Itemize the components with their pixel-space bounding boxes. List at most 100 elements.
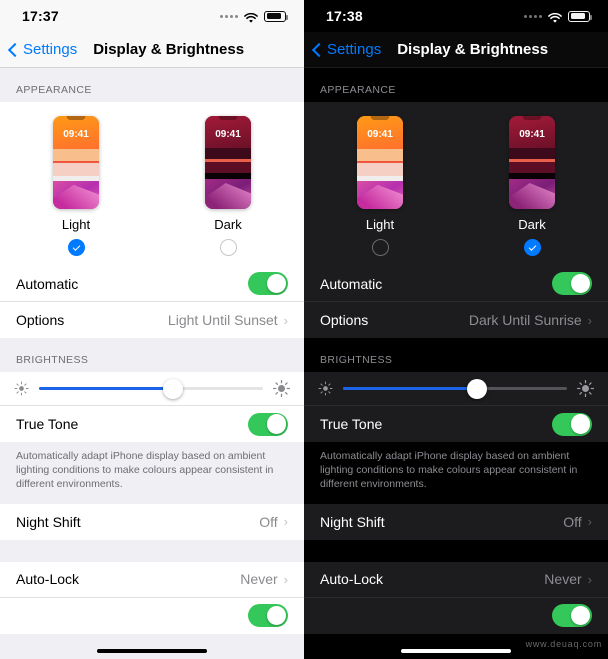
brightness-section-header: BRIGHTNESS: [320, 354, 393, 366]
true-tone-row[interactable]: True Tone: [304, 406, 608, 442]
true-tone-footnote: Automatically adapt iPhone display based…: [16, 450, 274, 490]
notch-icon: [218, 116, 238, 120]
page-title: Display & Brightness: [93, 41, 245, 58]
appearance-option-dark[interactable]: 09:41 Dark: [173, 116, 283, 256]
preview-clock: 09:41: [519, 129, 545, 140]
home-indicator: [401, 649, 511, 653]
slider-thumb[interactable]: [163, 378, 184, 399]
auto-lock-group: Auto-Lock Never ›: [0, 561, 304, 634]
status-bar-time: 17:37: [22, 8, 59, 24]
preview-clock: 09:41: [367, 129, 393, 140]
brightness-slider[interactable]: [343, 378, 567, 400]
brightness-high-icon: [273, 380, 290, 397]
night-shift-row[interactable]: Night Shift Off ›: [304, 504, 608, 540]
automatic-row[interactable]: Automatic: [304, 266, 608, 302]
partial-row-below[interactable]: [0, 598, 304, 634]
back-to-settings-button[interactable]: Settings: [311, 41, 382, 58]
true-tone-toggle[interactable]: [248, 412, 288, 436]
signal-dots-icon: [524, 14, 542, 18]
battery-icon: [568, 10, 592, 22]
back-to-settings-button[interactable]: Settings: [7, 41, 78, 58]
appearance-option-label: Dark: [214, 217, 242, 232]
chevron-right-icon: ›: [587, 312, 592, 328]
notch-icon: [370, 116, 390, 120]
brightness-high-icon: [577, 380, 594, 397]
night-shift-group: Night Shift Off ›: [0, 503, 304, 540]
status-bar-time: 17:38: [326, 8, 363, 24]
preview-clock: 09:41: [215, 129, 241, 140]
chevron-right-icon: ›: [587, 514, 592, 530]
appearance-section-header: APPEARANCE: [16, 84, 92, 96]
true-tone-toggle[interactable]: [552, 412, 592, 436]
brightness-low-icon: [14, 381, 29, 396]
page-title: Display & Brightness: [397, 41, 549, 58]
light-wallpaper-preview: 09:41: [53, 116, 99, 209]
toggle-knob: [266, 273, 287, 294]
appearance-option-label: Light: [365, 217, 395, 232]
brightness-slider-row[interactable]: [0, 372, 304, 406]
wifi-icon: [548, 11, 562, 23]
navigation-bar: Settings Display & Brightness: [304, 32, 608, 68]
true-tone-footnote: Automatically adapt iPhone display based…: [320, 450, 578, 490]
true-tone-label: True Tone: [320, 416, 383, 432]
slider-track[interactable]: [39, 387, 263, 390]
slider-track[interactable]: [343, 387, 567, 390]
dark-mode-radio-selected[interactable]: [523, 239, 541, 256]
light-mode-radio-selected[interactable]: [67, 239, 85, 256]
night-shift-label: Night Shift: [320, 513, 385, 530]
brightness-slider[interactable]: [39, 378, 263, 400]
appearance-group: 09:41 Light 09:41 Dark Automatic Options…: [0, 102, 304, 338]
home-indicator: [97, 649, 207, 653]
light-mode-radio-unselected[interactable]: [371, 239, 389, 256]
back-button-label: Settings: [23, 41, 78, 58]
night-shift-row[interactable]: Night Shift Off ›: [0, 504, 304, 540]
chevron-right-icon: ›: [283, 312, 288, 328]
section-gap: [0, 539, 304, 562]
slider-thumb[interactable]: [467, 378, 488, 399]
appearance-option-light[interactable]: 09:41 Light: [21, 116, 131, 256]
auto-lock-row[interactable]: Auto-Lock Never ›: [304, 562, 608, 598]
toggle-knob: [570, 605, 591, 626]
options-value: Light Until Sunset: [167, 312, 278, 328]
options-label: Options: [320, 312, 369, 328]
auto-lock-label: Auto-Lock: [16, 571, 80, 588]
auto-lock-row[interactable]: Auto-Lock Never ›: [0, 562, 304, 598]
automatic-row[interactable]: Automatic: [0, 266, 304, 302]
brightness-section-header: BRIGHTNESS: [16, 354, 89, 366]
preview-clock: 09:41: [63, 129, 89, 140]
status-bar: 17:37: [0, 0, 304, 32]
section-gap: [304, 539, 608, 562]
partial-row-below[interactable]: [304, 598, 608, 634]
appearance-previews: 09:41 Light 09:41 Dark: [304, 102, 608, 266]
site-watermark: www.deuaq.com: [525, 639, 602, 649]
chevron-left-icon: [311, 42, 327, 57]
appearance-previews: 09:41 Light 09:41 Dark: [0, 102, 304, 266]
appearance-option-light[interactable]: 09:41 Light: [325, 116, 435, 256]
back-button-label: Settings: [327, 41, 382, 58]
auto-lock-value: Never: [240, 571, 278, 588]
automatic-toggle[interactable]: [248, 272, 288, 295]
partial-row-toggle[interactable]: [552, 604, 592, 628]
dark-mode-panel: 17:38 Settings Display & Brightness APPE…: [304, 0, 608, 659]
partial-row-toggle[interactable]: [248, 604, 288, 628]
brightness-slider-row[interactable]: [304, 372, 608, 406]
dark-mode-radio-unselected[interactable]: [219, 239, 237, 256]
brightness-group: True Tone: [0, 372, 304, 442]
options-row[interactable]: Options Light Until Sunset ›: [0, 302, 304, 338]
status-bar-indicators: [524, 10, 592, 23]
true-tone-label: True Tone: [16, 416, 79, 432]
options-row[interactable]: Options Dark Until Sunrise ›: [304, 302, 608, 338]
toggle-knob: [266, 414, 287, 434]
checkmark-icon: [72, 242, 80, 251]
night-shift-value: Off: [259, 513, 278, 530]
toggle-knob: [266, 605, 287, 626]
automatic-toggle[interactable]: [552, 272, 592, 295]
appearance-option-dark[interactable]: 09:41 Dark: [477, 116, 587, 256]
appearance-option-label: Light: [61, 217, 91, 232]
slider-fill: [39, 387, 174, 390]
options-label: Options: [16, 312, 65, 328]
signal-dots-icon: [220, 14, 238, 18]
auto-lock-group: Auto-Lock Never ›: [304, 561, 608, 634]
checkmark-icon: [528, 242, 536, 251]
true-tone-row[interactable]: True Tone: [0, 406, 304, 442]
